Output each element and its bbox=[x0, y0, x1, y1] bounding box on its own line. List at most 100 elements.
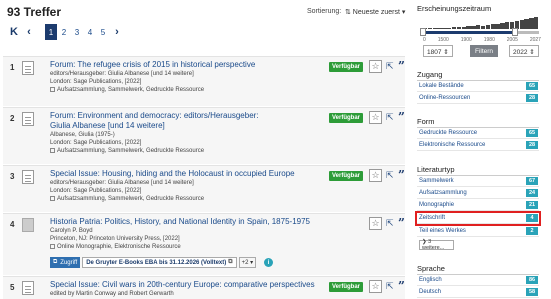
result-title-link[interactable]: Historia Patria: Politics, History, and … bbox=[50, 217, 350, 227]
facet-label: Monographie bbox=[419, 202, 455, 208]
cite-icon[interactable]: ” bbox=[398, 216, 405, 230]
star-icon[interactable]: ☆ bbox=[369, 111, 382, 124]
facet-item[interactable]: Sammelwerk 67 bbox=[417, 176, 539, 187]
page-4-button[interactable]: 4 bbox=[84, 24, 96, 40]
book-icon bbox=[22, 218, 34, 232]
star-icon[interactable]: ☆ bbox=[369, 217, 382, 230]
result-title-link[interactable]: Forum: Environment and democracy: editor… bbox=[50, 111, 276, 131]
year-ticks: 0 1500 1900 1980 2005 2027 bbox=[423, 37, 541, 43]
facet-heading-form: Form bbox=[417, 117, 435, 126]
star-icon[interactable]: ☆ bbox=[369, 60, 382, 73]
share-icon[interactable]: ⇱ bbox=[386, 170, 394, 181]
availability-badge[interactable]: Verfügbar bbox=[329, 282, 364, 292]
share-icon[interactable]: ⇱ bbox=[386, 112, 394, 123]
facet-label: Aufsatzsammlung bbox=[419, 190, 467, 196]
facet-count: 86 bbox=[526, 276, 538, 284]
facet-item[interactable]: Teil eines Werkes 2 bbox=[417, 226, 539, 237]
access-button[interactable]: ⧉ Zugriff bbox=[50, 257, 81, 268]
facet-item[interactable]: Elektronische Ressource 28 bbox=[417, 140, 539, 151]
year-from-input[interactable]: 1807 ⇕ bbox=[423, 45, 453, 57]
facet-item[interactable]: Lokale Bestände 65 bbox=[417, 81, 539, 92]
facet-label: Zeitschrift bbox=[419, 215, 446, 221]
histogram-bar bbox=[480, 25, 486, 29]
facet-item[interactable]: Online-Ressourcen 28 bbox=[417, 93, 539, 104]
facet-item[interactable]: Monographie 21 bbox=[417, 200, 539, 211]
cite-icon[interactable]: ” bbox=[398, 168, 405, 182]
histogram-bar bbox=[466, 26, 471, 29]
cite-icon[interactable]: ” bbox=[398, 59, 405, 73]
page-1-button[interactable]: 1 bbox=[45, 24, 57, 40]
facet-item[interactable]: Gedruckte Ressource 65 bbox=[417, 128, 539, 139]
histogram-bar bbox=[524, 18, 529, 29]
result-title-link[interactable]: Special Issue: Civil wars in 20th-centur… bbox=[50, 280, 320, 290]
license-label: De Gruyter E-Books EBA bis 31.12.2026 (V… bbox=[86, 259, 227, 266]
facet-label: Englisch bbox=[419, 277, 442, 283]
next-page-button[interactable]: › bbox=[110, 24, 124, 40]
availability-badge[interactable]: Verfügbar bbox=[329, 62, 364, 72]
facet-count: 21 bbox=[526, 201, 538, 209]
result-number: 3 bbox=[10, 172, 15, 181]
first-page-button[interactable]: K bbox=[7, 24, 21, 40]
facet-count: 24 bbox=[526, 189, 538, 197]
histogram-bar bbox=[437, 27, 442, 29]
period-heading: Erscheinungszeitraum bbox=[417, 4, 492, 13]
prev-page-button[interactable]: ‹ bbox=[22, 24, 36, 40]
show-more-button[interactable]: ❯ 3 weitere... bbox=[419, 239, 454, 251]
result-authors: edited by Martin Conway and Robert Gerwa… bbox=[50, 291, 174, 297]
histogram-bar bbox=[519, 19, 524, 29]
filter-button[interactable]: Filtern bbox=[470, 45, 498, 57]
result-authors: editors/Herausgeber: Giulia Albanese [un… bbox=[50, 180, 194, 186]
histogram-bar bbox=[427, 28, 433, 29]
histogram-bar bbox=[451, 27, 457, 29]
histogram-bar bbox=[490, 24, 495, 29]
result-title-link[interactable]: Forum: The refugee crisis of 2015 in his… bbox=[50, 60, 276, 70]
format-icon bbox=[50, 148, 55, 153]
result-publisher: London: Sage Publications, [2022] bbox=[50, 188, 142, 194]
histogram-bar bbox=[432, 28, 437, 29]
availability-badge[interactable]: Verfügbar bbox=[329, 171, 364, 181]
facet-count: 65 bbox=[526, 129, 538, 137]
result-item: 3 Special Issue: Housing, hiding and the… bbox=[3, 165, 405, 212]
facet-item[interactable]: Englisch 86 bbox=[417, 275, 539, 286]
facet-heading-access: Zugang bbox=[417, 70, 443, 79]
more-access-dropdown[interactable]: +2 ▾ bbox=[238, 257, 257, 268]
share-icon[interactable]: ⇱ bbox=[386, 218, 394, 229]
tick-label: 0 bbox=[423, 37, 426, 43]
facet-item[interactable]: Aufsatzsammlung 24 bbox=[417, 188, 539, 199]
access-label: Zugriff bbox=[60, 259, 78, 266]
info-icon[interactable]: i bbox=[264, 258, 274, 267]
license-link[interactable]: De Gruyter E-Books EBA bis 31.12.2026 (V… bbox=[82, 257, 237, 268]
facet-count: 28 bbox=[526, 94, 538, 102]
format-icon bbox=[50, 196, 55, 201]
facet-count: 4 bbox=[526, 214, 538, 222]
share-icon[interactable]: ⇱ bbox=[386, 61, 394, 72]
facet-heading-language: Sprache bbox=[417, 264, 445, 273]
result-number: 2 bbox=[10, 114, 15, 123]
histogram-bar bbox=[456, 27, 462, 29]
availability-badge[interactable]: Verfügbar bbox=[329, 113, 364, 123]
share-icon[interactable]: ⇱ bbox=[386, 281, 394, 292]
star-icon[interactable]: ☆ bbox=[369, 169, 382, 182]
result-title-link[interactable]: Special Issue: Housing, hiding and the H… bbox=[50, 169, 320, 179]
star-icon[interactable]: ☆ bbox=[369, 280, 382, 293]
cite-icon[interactable]: ” bbox=[398, 110, 405, 124]
sort-select[interactable]: ⇅ Neueste zuerst ▾ bbox=[345, 8, 405, 16]
facet-label: Lokale Bestände bbox=[419, 83, 464, 89]
facet-count: 58 bbox=[526, 288, 538, 296]
facet-item[interactable]: Deutsch 58 bbox=[417, 287, 539, 298]
page-3-button[interactable]: 3 bbox=[71, 24, 83, 40]
cite-icon[interactable]: ” bbox=[398, 279, 405, 293]
format-icon bbox=[50, 244, 55, 249]
year-to-input[interactable]: 2022 ⇕ bbox=[509, 45, 539, 57]
facet-label: Gedruckte Ressource bbox=[419, 130, 478, 136]
facet-label: Elektronische Ressource bbox=[419, 142, 486, 148]
document-icon bbox=[22, 281, 34, 295]
facet-count: 2 bbox=[526, 227, 538, 235]
facet-count: 67 bbox=[526, 177, 538, 185]
slider-handle-min[interactable] bbox=[420, 28, 426, 36]
slider-handle-max[interactable] bbox=[512, 28, 518, 36]
page-2-button[interactable]: 2 bbox=[58, 24, 70, 40]
page-5-button[interactable]: 5 bbox=[97, 24, 109, 40]
facet-item-highlighted[interactable]: Zeitschrift 4 bbox=[415, 211, 541, 226]
format-icon bbox=[50, 87, 55, 92]
